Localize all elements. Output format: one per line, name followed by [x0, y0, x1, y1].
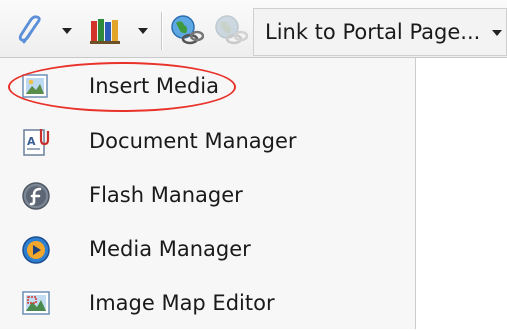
- chevron-down-icon[interactable]: [492, 30, 502, 36]
- menu-item-media-manager[interactable]: Media Manager: [0, 223, 416, 277]
- portal-page-dropdown[interactable]: Link to Portal Page...: [253, 8, 507, 56]
- document-manager-icon: A: [23, 129, 50, 156]
- media-manager-icon: [22, 236, 50, 264]
- editor-toolbar: Link to Portal Page...: [0, 0, 507, 58]
- hyperlink-button[interactable]: [16, 14, 76, 48]
- chevron-down-icon[interactable]: [138, 28, 148, 34]
- link-globe-icon: [171, 15, 204, 45]
- menu-item-document-manager[interactable]: A Document Manager: [0, 115, 416, 169]
- unlink-globe-button[interactable]: [214, 14, 248, 48]
- menu-item-label: Media Manager: [89, 237, 251, 261]
- menu-item-label: Flash Manager: [89, 183, 243, 207]
- menu-item-image-map-editor[interactable]: Image Map Editor: [0, 277, 416, 331]
- library-icon: [90, 19, 120, 44]
- menu-item-label: Image Map Editor: [89, 291, 275, 315]
- chevron-down-icon[interactable]: [62, 28, 72, 34]
- link-globe-button[interactable]: [170, 14, 204, 48]
- unlink-globe-icon: [215, 15, 248, 45]
- portal-page-label: Link to Portal Page...: [265, 20, 481, 44]
- highlight-annotation: [8, 62, 236, 112]
- image-map-editor-icon: [22, 291, 50, 315]
- library-button[interactable]: [88, 14, 154, 48]
- flash-manager-icon: [22, 182, 50, 210]
- toolbar-separator: [161, 12, 163, 50]
- menu-item-label: Document Manager: [89, 129, 297, 153]
- editor-content-area[interactable]: [416, 58, 507, 329]
- hyperlink-icon: [18, 15, 41, 44]
- svg-text:A: A: [27, 135, 36, 148]
- menu-item-flash-manager[interactable]: Flash Manager: [0, 169, 416, 223]
